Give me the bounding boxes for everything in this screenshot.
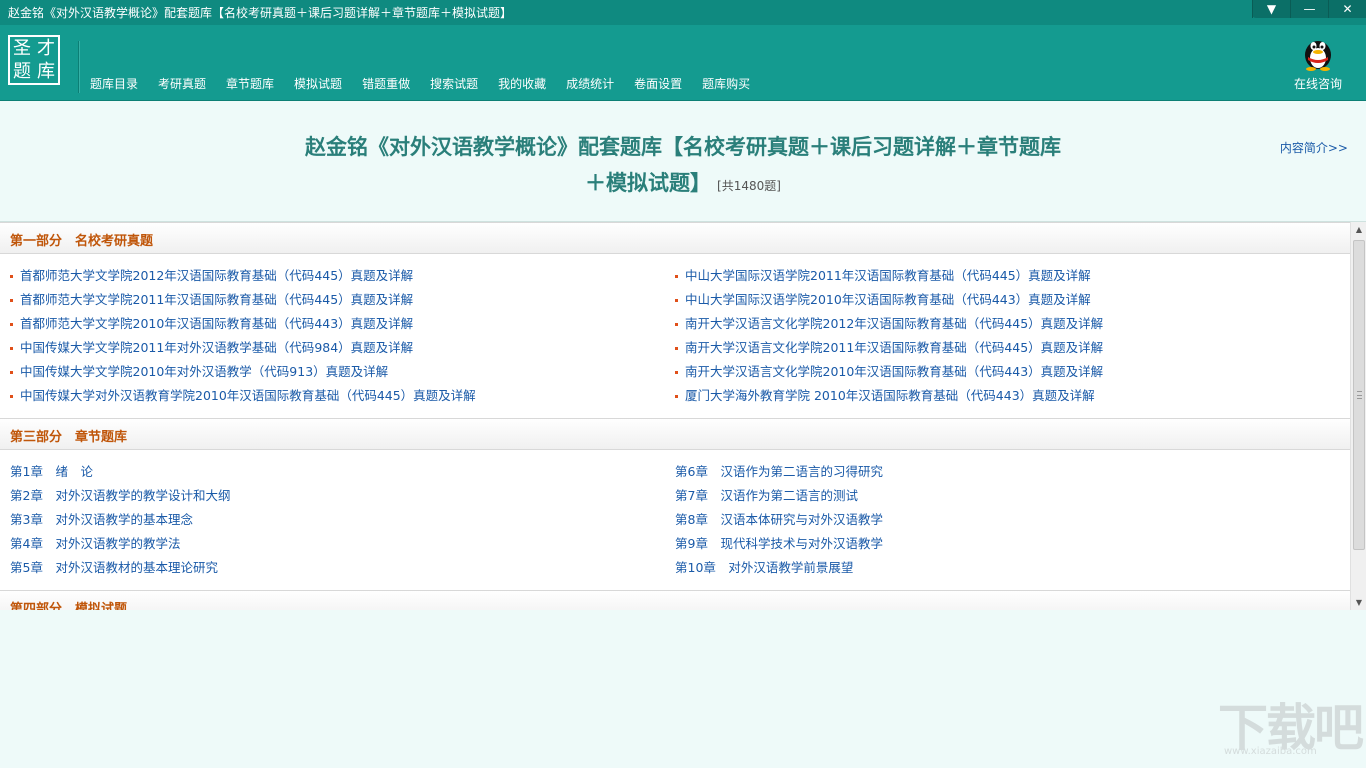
book-intro: 赵金铭《对外汉语教学概论》配套题库【名校考研真题＋课后习题详解＋章节题库＋模拟试… bbox=[0, 101, 1366, 221]
logo-char: 圣 bbox=[13, 38, 31, 59]
nav-item-catalog[interactable]: 题库目录 bbox=[80, 75, 148, 93]
minimize-button[interactable]: — bbox=[1290, 0, 1328, 18]
main-nav: 题库目录 考研真题 章节题库 模拟试题 错题重做 搜索试题 我的收藏 成绩统计 … bbox=[80, 75, 760, 93]
watermark: 下载吧 www.xiazaiba.com bbox=[1218, 688, 1364, 762]
app-header: 圣 才 题 库 题库目录 考研真题 章节题库 模拟试题 错题重做 搜索试题 我的… bbox=[0, 25, 1366, 101]
list-item[interactable]: 第8章 汉语本体研究与对外汉语教学 bbox=[675, 508, 1335, 532]
nav-item-exam-papers[interactable]: 考研真题 bbox=[148, 75, 216, 93]
qq-penguin-icon bbox=[1305, 41, 1331, 71]
section-title: 第三部分 章节题库 bbox=[10, 430, 128, 445]
watermark-url: www.xiazaiba.com bbox=[1224, 746, 1317, 757]
online-consult-button[interactable]: 在线咨询 bbox=[1288, 33, 1348, 92]
list-item[interactable]: 中山大学国际汉语学院2010年汉语国际教育基础（代码443）真题及详解 bbox=[675, 288, 1335, 312]
list-item[interactable]: 中国传媒大学文学院2011年对外汉语教学基础（代码984）真题及详解 bbox=[10, 336, 670, 360]
list-item[interactable]: 南开大学汉语言文化学院2010年汉语国际教育基础（代码443）真题及详解 bbox=[675, 360, 1335, 384]
title-bar: 赵金铭《对外汉语教学概论》配套题库【名校考研真题＋课后习题详解＋章节题库＋模拟试… bbox=[0, 0, 1366, 25]
scroll-grip bbox=[1357, 391, 1362, 399]
nav-item-purchase[interactable]: 题库购买 bbox=[692, 75, 760, 93]
list-item[interactable]: 第5章 对外汉语教材的基本理论研究 bbox=[10, 556, 670, 580]
list-item[interactable]: 第6章 汉语作为第二语言的习得研究 bbox=[675, 460, 1335, 484]
logo-char: 库 bbox=[37, 61, 55, 82]
list-item[interactable]: 首都师范大学文学院2012年汉语国际教育基础（代码445）真题及详解 bbox=[10, 264, 670, 288]
nav-item-statistics[interactable]: 成绩统计 bbox=[556, 75, 624, 93]
list-item[interactable]: 中国传媒大学文学院2010年对外汉语教学（代码913）真题及详解 bbox=[10, 360, 670, 384]
list-item[interactable]: 第4章 对外汉语教学的教学法 bbox=[10, 532, 670, 556]
nav-item-page-settings[interactable]: 卷面设置 bbox=[624, 75, 692, 93]
nav-item-redo-mistakes[interactable]: 错题重做 bbox=[352, 75, 420, 93]
list-item[interactable]: 第9章 现代科学技术与对外汉语教学 bbox=[675, 532, 1335, 556]
vertical-scrollbar[interactable]: ▲ ▼ bbox=[1350, 222, 1366, 610]
list-item[interactable]: 第2章 对外汉语教学的教学设计和大纲 bbox=[10, 484, 670, 508]
nav-item-mock-tests[interactable]: 模拟试题 bbox=[284, 75, 352, 93]
logo-char: 题 bbox=[13, 61, 31, 82]
exam-list-left: 首都师范大学文学院2012年汉语国际教育基础（代码445）真题及详解 首都师范大… bbox=[10, 264, 670, 408]
list-item[interactable]: 首都师范大学文学院2010年汉语国际教育基础（代码443）真题及详解 bbox=[10, 312, 670, 336]
question-count: [共1480题] bbox=[717, 179, 781, 193]
list-item[interactable]: 南开大学汉语言文化学院2012年汉语国际教育基础（代码445）真题及详解 bbox=[675, 312, 1335, 336]
scroll-down-arrow[interactable]: ▼ bbox=[1351, 595, 1366, 610]
scroll-up-arrow[interactable]: ▲ bbox=[1351, 222, 1366, 238]
catalog-panel: 第一部分 名校考研真题 首都师范大学文学院2012年汉语国际教育基础（代码445… bbox=[0, 221, 1366, 610]
list-item[interactable]: 第7章 汉语作为第二语言的测试 bbox=[675, 484, 1335, 508]
list-item[interactable]: 中国传媒大学对外汉语教育学院2010年汉语国际教育基础（代码445）真题及详解 bbox=[10, 384, 670, 408]
section-title: 第四部分 模拟试题 bbox=[10, 602, 128, 610]
list-item[interactable]: 首都师范大学文学院2011年汉语国际教育基础（代码445）真题及详解 bbox=[10, 288, 670, 312]
list-item[interactable]: 中山大学国际汉语学院2011年汉语国际教育基础（代码445）真题及详解 bbox=[675, 264, 1335, 288]
nav-item-chapter-bank[interactable]: 章节题库 bbox=[216, 75, 284, 93]
close-button[interactable]: ✕ bbox=[1328, 0, 1366, 18]
list-item[interactable]: 南开大学汉语言文化学院2011年汉语国际教育基础（代码445）真题及详解 bbox=[675, 336, 1335, 360]
logo-char: 才 bbox=[37, 38, 55, 59]
section-header-exam: 第一部分 名校考研真题 bbox=[0, 222, 1350, 254]
book-title: 赵金铭《对外汉语教学概论》配套题库【名校考研真题＋课后习题详解＋章节题库＋模拟试… bbox=[305, 135, 1061, 195]
list-item[interactable]: 第1章 绪 论 bbox=[10, 460, 670, 484]
online-consult-label: 在线咨询 bbox=[1293, 77, 1342, 91]
content-intro-link[interactable]: 内容简介>> bbox=[1280, 139, 1348, 156]
scroll-thumb[interactable] bbox=[1353, 240, 1365, 550]
list-item[interactable]: 第3章 对外汉语教学的基本理念 bbox=[10, 508, 670, 532]
chapter-list-right: 第6章 汉语作为第二语言的习得研究 第7章 汉语作为第二语言的测试 第8章 汉语… bbox=[675, 460, 1335, 580]
window-menu-button[interactable]: ▼ bbox=[1252, 0, 1290, 18]
book-title-block: 赵金铭《对外汉语教学概论》配套题库【名校考研真题＋课后习题详解＋章节题库＋模拟试… bbox=[300, 129, 1066, 204]
window-title: 赵金铭《对外汉语教学概论》配套题库【名校考研真题＋课后习题详解＋章节题库＋模拟试… bbox=[8, 6, 513, 20]
app-logo: 圣 才 题 库 bbox=[8, 35, 60, 85]
window-controls: ▼ — ✕ bbox=[1252, 0, 1366, 18]
section-title: 第一部分 名校考研真题 bbox=[10, 234, 154, 249]
exam-list-right: 中山大学国际汉语学院2011年汉语国际教育基础（代码445）真题及详解 中山大学… bbox=[675, 264, 1335, 408]
section-header-mock: 第四部分 模拟试题 bbox=[0, 590, 1350, 610]
chapter-list-left: 第1章 绪 论 第2章 对外汉语教学的教学设计和大纲 第3章 对外汉语教学的基本… bbox=[10, 460, 670, 580]
list-item[interactable]: 第10章 对外汉语教学前景展望 bbox=[675, 556, 1335, 580]
nav-item-search[interactable]: 搜索试题 bbox=[420, 75, 488, 93]
nav-item-favorites[interactable]: 我的收藏 bbox=[488, 75, 556, 93]
header-divider bbox=[78, 41, 79, 93]
list-item[interactable]: 厦门大学海外教育学院 2010年汉语国际教育基础（代码443）真题及详解 bbox=[675, 384, 1335, 408]
section-header-chapters: 第三部分 章节题库 bbox=[0, 418, 1350, 450]
